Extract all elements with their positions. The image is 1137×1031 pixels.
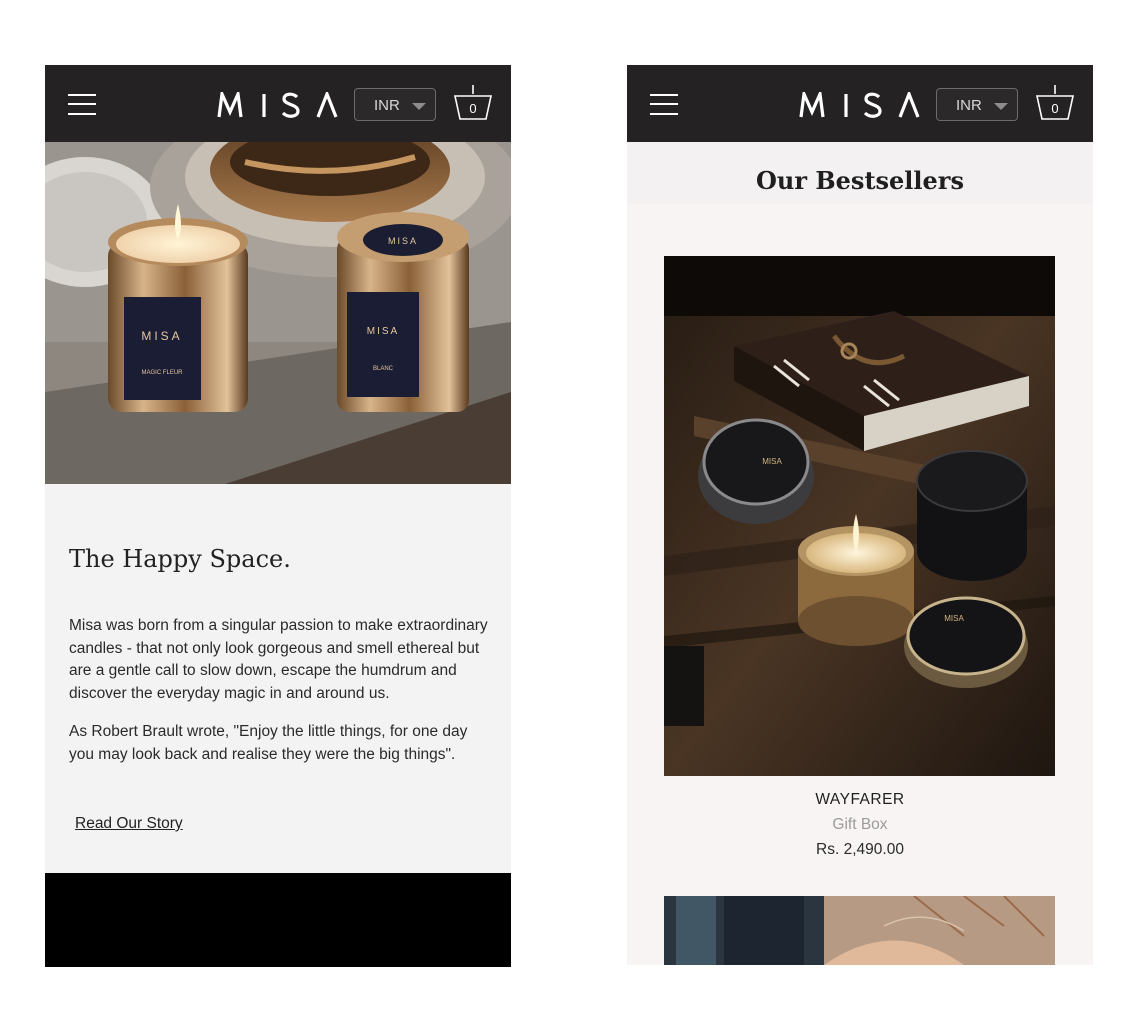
tin-front-logo: MISA [944, 614, 964, 623]
product-image[interactable]: MISA MISA [664, 256, 1055, 776]
screen-bestsellers: INR 0 Our Bestsellers MISA MISA WAYFARER… [627, 65, 1093, 965]
cart-count: 0 [1051, 101, 1059, 116]
hero-candle-lid-logo: MISA [388, 236, 418, 246]
cart-button[interactable]: 0 [452, 83, 494, 123]
product-name[interactable]: WAYFARER [627, 791, 1093, 809]
currency-select[interactable]: INR [354, 88, 436, 121]
hero-candles-image: MISA MAGIC FLEUR MISA MISA BLANC [45, 142, 511, 484]
next-product-image[interactable] [664, 896, 1055, 965]
product-price: Rs. 2,490.00 [816, 841, 904, 858]
hero-candle-logo-2: MISA [367, 326, 399, 337]
currency-value: INR [956, 97, 982, 114]
about-paragraph: Misa was born from a singular passion to… [69, 617, 488, 702]
chevron-down-icon [994, 103, 1008, 110]
read-our-story-link[interactable]: Read Our Story [75, 815, 183, 833]
currency-value: INR [374, 97, 400, 114]
hero-candle-logo: MISA [141, 329, 182, 343]
cart-button[interactable]: 0 [1034, 83, 1076, 123]
hamburger-menu-icon[interactable] [650, 93, 680, 117]
footer-band [45, 873, 511, 967]
hero-candle-label: MAGIC FLEUR [141, 370, 183, 376]
cart-count: 0 [469, 101, 477, 116]
currency-select[interactable]: INR [936, 88, 1018, 121]
chevron-down-icon [412, 103, 426, 110]
hamburger-menu-icon[interactable] [68, 93, 98, 117]
misa-logo[interactable] [217, 92, 339, 118]
section-title: The Happy Space. [69, 545, 291, 573]
misa-logo[interactable] [799, 92, 921, 118]
tin-logo: MISA [762, 457, 782, 466]
screen-home-about: INR 0 MISA MAGIC FLEUR MISA MISA BLANC T… [45, 65, 511, 967]
quote-paragraph: As Robert Brault wrote, "Enjoy the littl… [69, 723, 468, 763]
bestsellers-title: Our Bestsellers [756, 166, 964, 195]
site-header: INR 0 [45, 65, 511, 142]
product-type: Gift Box [832, 816, 888, 833]
site-header: INR 0 [627, 65, 1093, 142]
hero-candle-label-2: BLANC [373, 366, 394, 372]
